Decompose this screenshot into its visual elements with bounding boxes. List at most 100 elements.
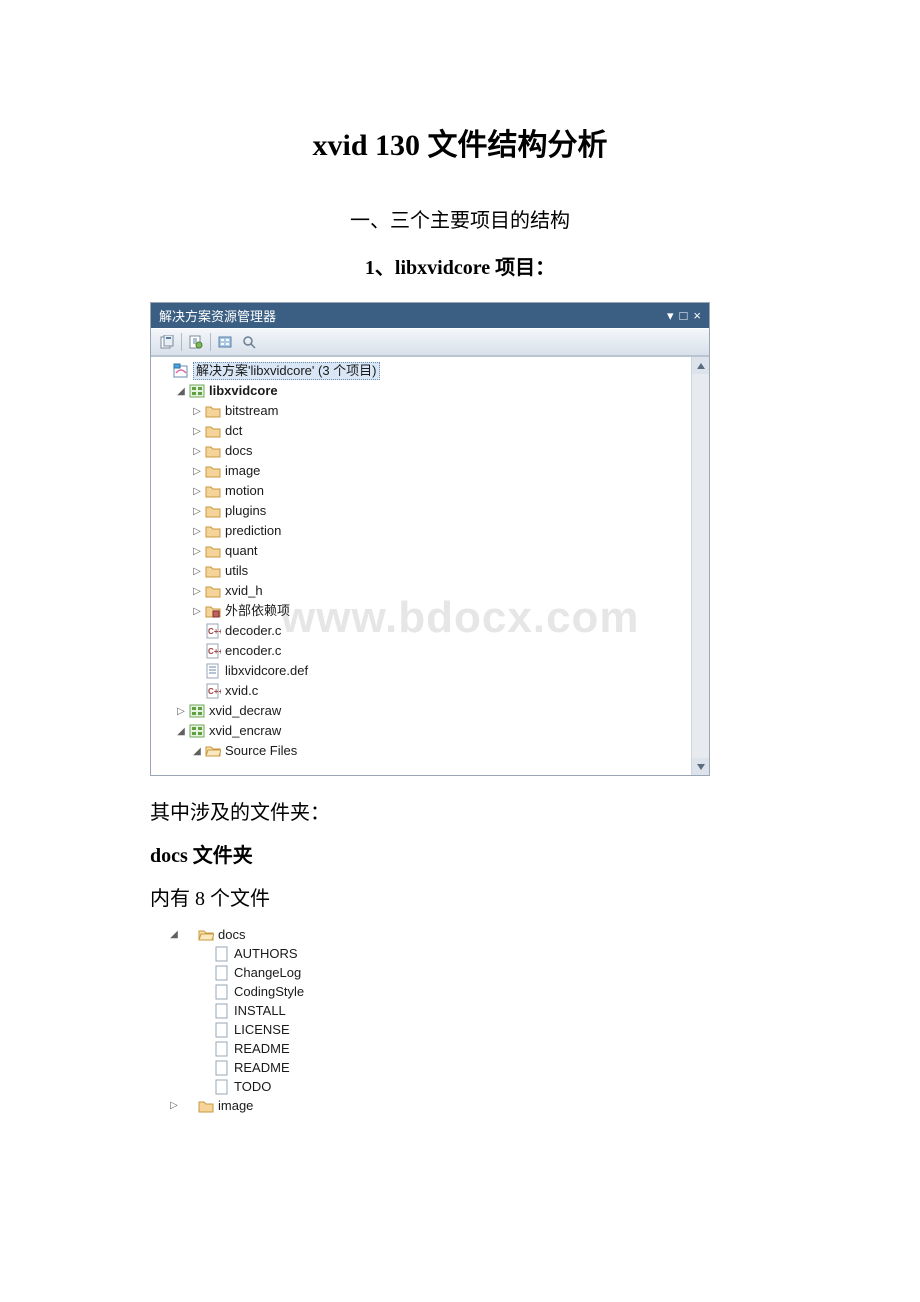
- expander-closed-icon[interactable]: ▷: [175, 706, 187, 717]
- solution-explorer-panel: 解决方案资源管理器 ▾ □ × www.bdocx.com: [150, 302, 710, 776]
- project-label: xvid_encraw: [209, 723, 281, 739]
- source-files-label: Source Files: [225, 743, 297, 759]
- docs-folder-label: docs: [218, 927, 245, 943]
- docs-file[interactable]: LICENSE: [168, 1020, 770, 1039]
- tree-folder[interactable]: ▷ image: [151, 461, 691, 481]
- expander-closed-icon[interactable]: ▷: [191, 426, 203, 437]
- project-label: libxvidcore: [209, 383, 278, 399]
- expander-closed-icon[interactable]: ▷: [191, 406, 203, 417]
- panel-close-icon[interactable]: ×: [693, 308, 701, 323]
- toolbar-view-icon[interactable]: [239, 332, 259, 352]
- solution-root[interactable]: 解决方案'libxvidcore' (3 个项目): [151, 361, 691, 381]
- solution-icon: [173, 363, 189, 379]
- file-label: libxvidcore.def: [225, 663, 308, 679]
- folder-icon: [205, 423, 221, 439]
- tree-folder[interactable]: ▷ quant: [151, 541, 691, 561]
- folder-icon: [205, 523, 221, 539]
- docs-file-label: TODO: [234, 1079, 271, 1095]
- docs-tree: ◢ docs AUTHORS ChangeLogCodingStyle INSTAL…: [150, 925, 770, 1115]
- tree-folder[interactable]: ▷plugins: [151, 501, 691, 521]
- tree-folder[interactable]: ▷ motion: [151, 481, 691, 501]
- expander-closed-icon[interactable]: ▷: [191, 566, 203, 577]
- tree-folder[interactable]: ▷ dct: [151, 421, 691, 441]
- toolbar-properties-icon[interactable]: [157, 332, 177, 352]
- docs-file[interactable]: TODO: [168, 1077, 770, 1096]
- source-files-folder[interactable]: ◢ Source Files: [151, 741, 691, 761]
- cfile-icon: C++: [205, 643, 221, 659]
- folder-icon: [205, 503, 221, 519]
- docs-folder[interactable]: ◢ docs: [168, 925, 770, 944]
- panel-toolbar: [151, 328, 709, 356]
- docs-file[interactable]: README: [168, 1058, 770, 1077]
- scroll-up-icon[interactable]: [692, 357, 709, 374]
- docs-file-label: AUTHORS: [234, 946, 298, 962]
- expander-closed-icon[interactable]: ▷: [168, 1100, 180, 1111]
- tree-file[interactable]: libxvidcore.def: [151, 661, 691, 681]
- folder-icon: [205, 483, 221, 499]
- tree-folder[interactable]: ▷docs: [151, 441, 691, 461]
- project-libxvidcore[interactable]: ◢ libxvidcore: [151, 381, 691, 401]
- project-xvid-encraw[interactable]: ◢ xvid_encraw: [151, 721, 691, 741]
- solution-root-label: 解决方案'libxvidcore' (3 个项目): [193, 362, 380, 380]
- file-icon: [205, 663, 221, 679]
- image-folder[interactable]: ▷ image: [168, 1096, 770, 1115]
- expander-closed-icon[interactable]: ▷: [191, 606, 203, 617]
- expander-closed-icon[interactable]: ▷: [191, 506, 203, 517]
- docs-file-label: INSTALL: [234, 1003, 286, 1019]
- tree-file[interactable]: C++decoder.c: [151, 621, 691, 641]
- docs-file[interactable]: ChangeLog: [168, 963, 770, 982]
- cfile-icon: C++: [205, 623, 221, 639]
- file-label: xvid.c: [225, 683, 258, 699]
- docs-file[interactable]: INSTALL: [168, 1001, 770, 1020]
- tree-folder[interactable]: ▷ xvid_h: [151, 581, 691, 601]
- project-icon: [189, 383, 205, 399]
- tree-folder[interactable]: ▷ bitstream: [151, 401, 691, 421]
- folder-label: xvid_h: [225, 583, 263, 599]
- docs-file-label: ChangeLog: [234, 965, 301, 981]
- paragraph: 其中涉及的文件夹：: [150, 796, 770, 825]
- tree-folder[interactable]: ▷prediction: [151, 521, 691, 541]
- panel-window-icon[interactable]: □: [680, 308, 688, 323]
- expander-closed-icon[interactable]: ▷: [191, 486, 203, 497]
- doc-title: xvid 130 文件结构分析: [150, 120, 770, 164]
- external-deps[interactable]: ▷ 外部依赖项: [151, 601, 691, 621]
- expander-closed-icon[interactable]: ▷: [191, 546, 203, 557]
- folder-icon: [205, 443, 221, 459]
- tree-file[interactable]: C++xvid.c: [151, 681, 691, 701]
- reference-folder-icon: [205, 603, 221, 619]
- project-xvid-decraw[interactable]: ▷ xvid_decraw: [151, 701, 691, 721]
- folder-open-icon: [205, 743, 221, 759]
- expander-closed-icon[interactable]: ▷: [191, 586, 203, 597]
- expander-closed-icon[interactable]: ▷: [191, 466, 203, 477]
- folder-label: bitstream: [225, 403, 278, 419]
- tree-folder[interactable]: ▷utils: [151, 561, 691, 581]
- expander-open-icon[interactable]: ◢: [175, 386, 187, 397]
- docs-file[interactable]: CodingStyle: [168, 982, 770, 1001]
- docs-file[interactable]: README: [168, 1039, 770, 1058]
- docs-file[interactable]: AUTHORS: [168, 944, 770, 963]
- scrollbar[interactable]: [691, 357, 709, 775]
- panel-title-text: 解决方案资源管理器: [159, 306, 276, 325]
- expander-closed-icon[interactable]: ▷: [191, 446, 203, 457]
- toolbar-showall-icon[interactable]: [215, 332, 235, 352]
- external-deps-label: 外部依赖项: [225, 603, 290, 619]
- file-icon: [214, 946, 230, 962]
- scroll-down-icon[interactable]: [692, 758, 709, 775]
- folder-icon: [205, 463, 221, 479]
- panel-menu-icon[interactable]: ▾: [667, 308, 674, 324]
- project-label: xvid_decraw: [209, 703, 281, 719]
- file-icon: [214, 965, 230, 981]
- expander-open-icon[interactable]: ◢: [168, 929, 180, 940]
- expander-open-icon[interactable]: ◢: [191, 746, 203, 757]
- file-icon: [214, 1022, 230, 1038]
- folder-label: motion: [225, 483, 264, 499]
- toolbar-refresh-icon[interactable]: [186, 332, 206, 352]
- tree-file[interactable]: C++encoder.c: [151, 641, 691, 661]
- docs-file-label: README: [234, 1041, 290, 1057]
- file-icon: [214, 1060, 230, 1076]
- expander-closed-icon[interactable]: ▷: [191, 526, 203, 537]
- folder-label: quant: [225, 543, 258, 559]
- expander-open-icon[interactable]: ◢: [175, 726, 187, 737]
- folder-label: image: [225, 463, 260, 479]
- folder-label: dct: [225, 423, 242, 439]
